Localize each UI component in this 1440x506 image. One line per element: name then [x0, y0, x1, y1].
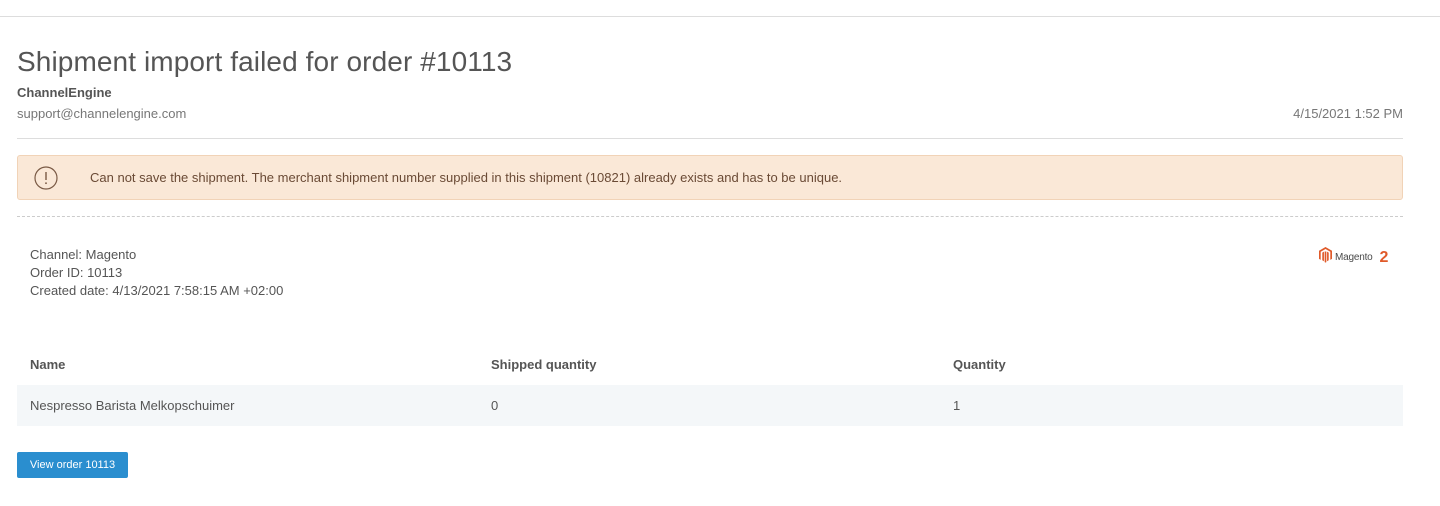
- view-order-button[interactable]: View order 10113: [17, 452, 128, 478]
- logo-wordmark: Magento: [1335, 252, 1373, 263]
- error-alert: Can not save the shipment. The merchant …: [17, 155, 1403, 200]
- order-lines-table: Name Shipped quantity Quantity Nespresso…: [17, 344, 1403, 426]
- alert-message: Can not save the shipment. The merchant …: [90, 170, 843, 185]
- message-date: 4/15/2021 1:52 PM: [1293, 106, 1403, 121]
- order-info: Channel: Magento Order ID: 10113 Created…: [30, 246, 283, 300]
- top-divider: [0, 16, 1440, 17]
- magento-logo: Magento 2: [1319, 247, 1388, 268]
- column-header-quantity: Quantity: [953, 357, 1006, 372]
- table-header: Name Shipped quantity Quantity: [17, 344, 1403, 385]
- cell-quantity: 1: [953, 398, 961, 413]
- channel-line: Channel: Magento: [30, 247, 137, 262]
- column-header-name: Name: [30, 357, 66, 372]
- column-header-shipped-quantity: Shipped quantity: [491, 357, 597, 372]
- sender-email: support@channelengine.com: [17, 106, 187, 121]
- sender-name: ChannelEngine: [17, 85, 112, 100]
- cell-shipped-quantity: 0: [491, 398, 499, 413]
- cell-name: Nespresso Barista Melkopschuimer: [30, 398, 235, 413]
- exclamation-circle-icon: [34, 165, 58, 190]
- magento-logo-icon: [1319, 247, 1332, 268]
- meta-row: support@channelengine.com 4/15/2021 1:52…: [17, 105, 1403, 123]
- page-title: Shipment import failed for order #10113: [17, 46, 513, 77]
- order-id-line: Order ID: 10113: [30, 265, 123, 280]
- header-divider: [17, 138, 1403, 139]
- section-divider: [17, 216, 1403, 217]
- table-row: Nespresso Barista Melkopschuimer 0 1: [17, 385, 1403, 426]
- created-date-line: Created date: 4/13/2021 7:58:15 AM +02:0…: [30, 283, 284, 298]
- logo-version: 2: [1379, 248, 1389, 266]
- message-header: Shipment import failed for order #10113 …: [17, 44, 1403, 123]
